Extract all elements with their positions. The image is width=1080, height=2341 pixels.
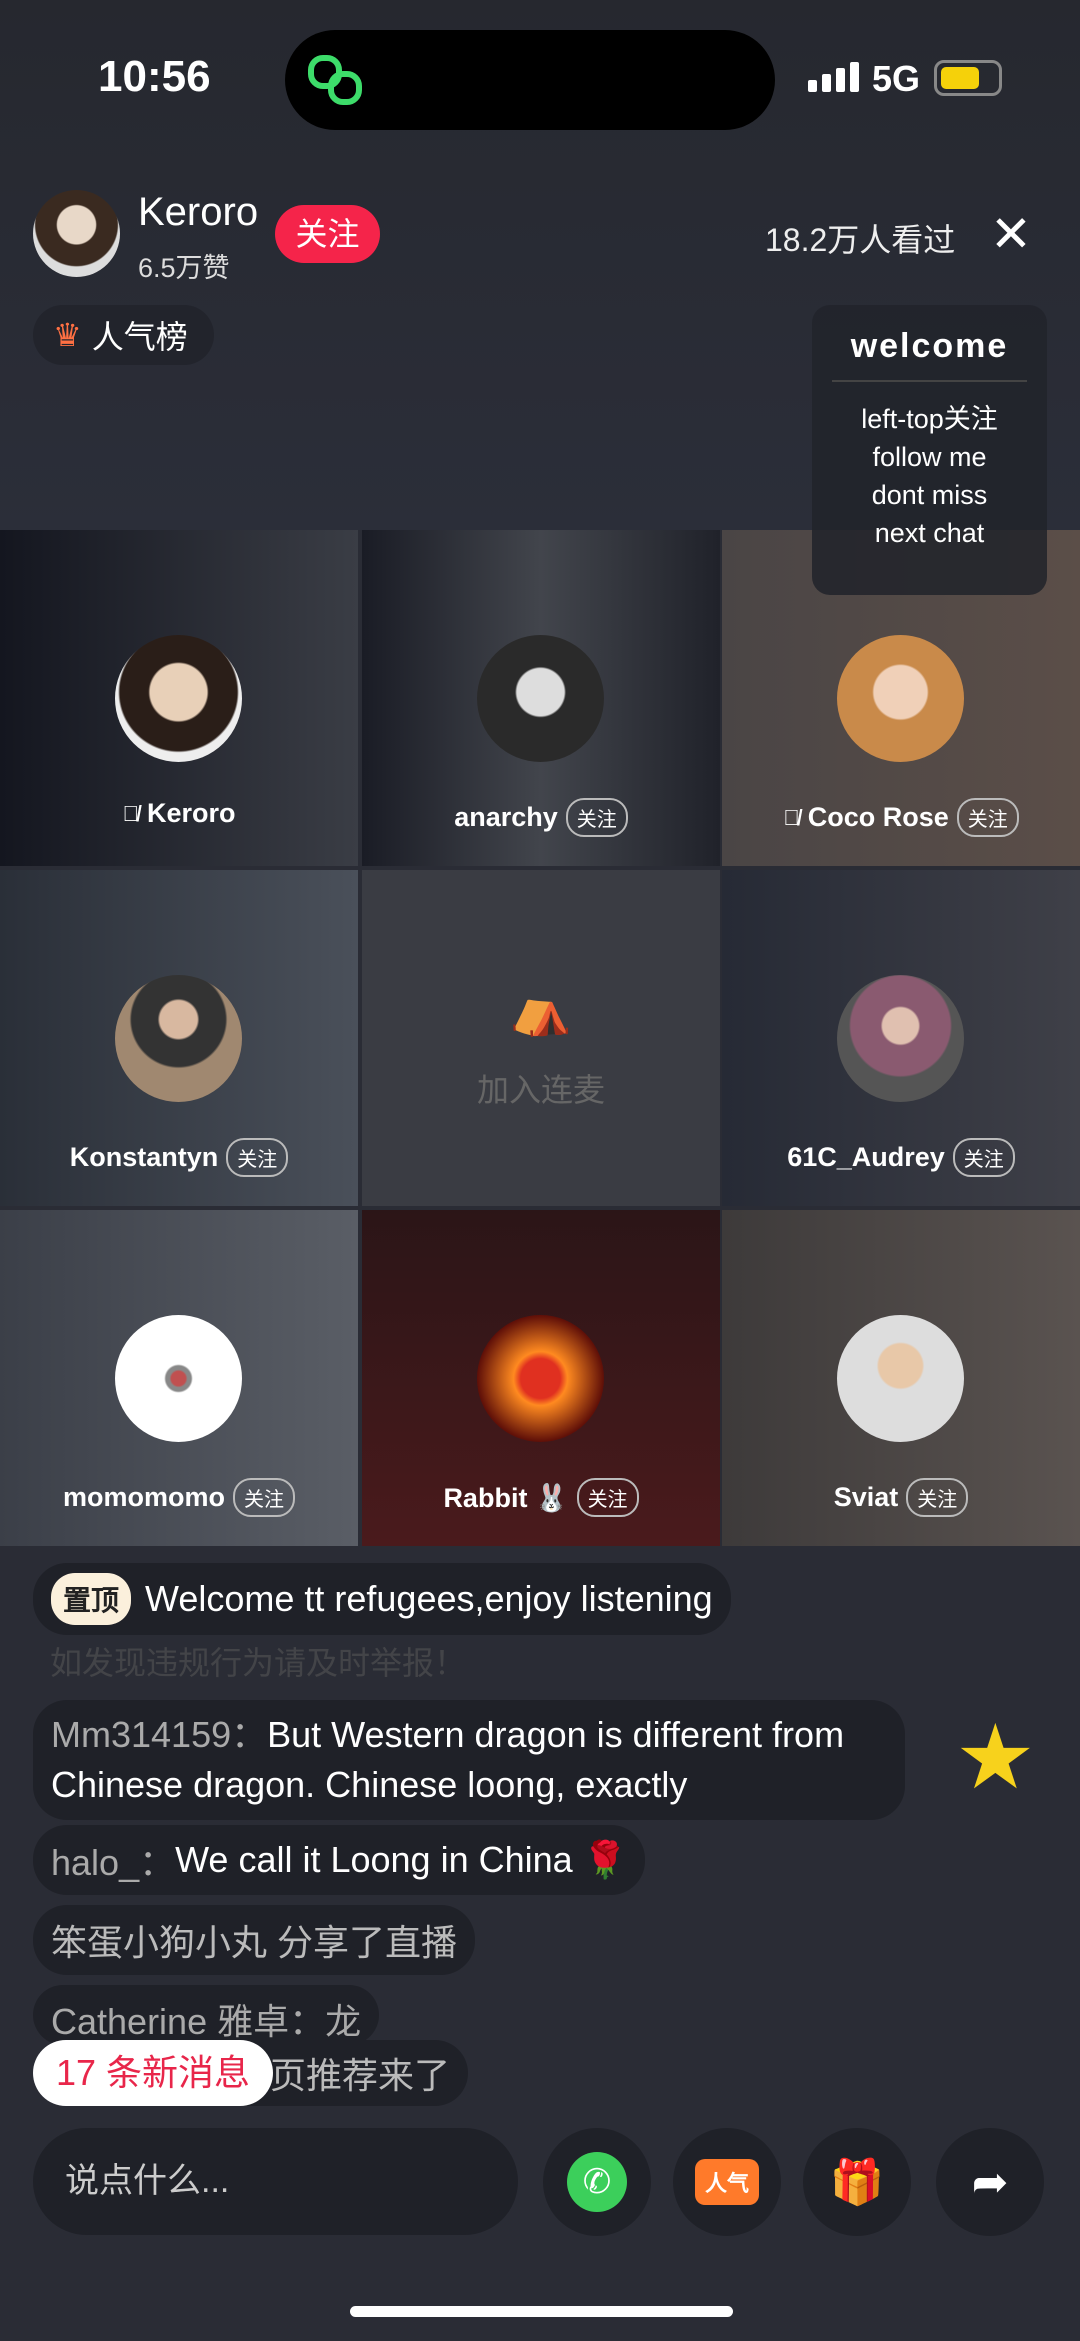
seat-avatar[interactable] [115, 975, 242, 1102]
seat-follow-button[interactable]: 关注 [233, 1478, 295, 1517]
welcome-line: follow me [872, 442, 987, 472]
seat-tile[interactable]: 61C_Audrey 关注 [722, 870, 1080, 1206]
seat-name: anarchy [454, 802, 558, 832]
chat-message[interactable]: halo_： We call it Loong in China 🌹 [33, 1825, 646, 1895]
seat-avatar[interactable] [837, 1315, 964, 1442]
chat-text: 龙 [325, 2001, 362, 2042]
host-avatar[interactable] [33, 190, 120, 277]
chat-text: We call it Loong in China 🌹 [175, 1839, 628, 1880]
host-name[interactable]: Keroro [138, 190, 258, 235]
pinned-text: Welcome tt refugees,enjoy listening [145, 1578, 713, 1619]
chat-text: 页推荐来了 [270, 2055, 451, 2096]
gift-icon[interactable]: 🎁 [803, 2128, 911, 2236]
chat-message[interactable]: Mm314159：But Western dragon is different… [33, 1700, 905, 1820]
seat-tile[interactable]: momomomo 关注 [0, 1210, 358, 1546]
seat-avatar[interactable] [837, 635, 964, 762]
seat-tile[interactable]: Sviat 关注 [722, 1210, 1080, 1546]
seat-tile[interactable]: Konstantyn 关注 [0, 870, 358, 1206]
seat-name: Konstantyn [69, 1142, 219, 1172]
seat-follow-button[interactable]: 关注 [952, 1138, 1015, 1177]
home-indicator[interactable] [350, 2306, 733, 2317]
faded-message: 如发现违规行为请及时举报！ [50, 1645, 467, 1678]
chat-user: halo_： [51, 1842, 176, 1883]
battery-icon [934, 60, 1002, 96]
comment-input[interactable]: 说点什么... [33, 2128, 518, 2235]
welcome-line: left-top关注 [861, 404, 998, 434]
call-icon[interactable]: ✆ [543, 2128, 651, 2236]
signal-icon [808, 62, 859, 92]
seat-avatar[interactable] [115, 635, 242, 762]
mic-muted-icon: 🎙̸ [783, 804, 800, 830]
new-messages-button[interactable]: 17 条新消息 [33, 2040, 273, 2106]
seat-follow-button[interactable]: 关注 [226, 1138, 289, 1177]
seat-avatar[interactable] [477, 635, 604, 762]
popularity-icon[interactable]: 人气 [673, 2128, 781, 2236]
seat-tile[interactable]: anarchy 关注 [362, 530, 720, 866]
welcome-card: welcome left-top关注 follow me dont miss n… [812, 305, 1047, 595]
network-type: 5G [872, 58, 921, 99]
join-seat-button[interactable]: ⛺ 加入连麦 [362, 870, 720, 1206]
chat-user: Mm314159： [51, 1714, 268, 1755]
chat-user: Catherine 雅卓： [51, 2001, 326, 2042]
chat-message[interactable]: 笨蛋小狗小丸 分享了直播 [33, 1905, 476, 1975]
star-sticker-icon[interactable]: ★ [955, 1705, 1036, 1810]
popularity-rank-button[interactable]: ♛ 人气榜 [33, 305, 214, 365]
join-seat-label: 加入连麦 [476, 1072, 605, 1108]
chat-text: 笨蛋小狗小丸 分享了直播 [51, 1922, 458, 1963]
link-icon [308, 55, 362, 105]
close-icon[interactable]: ✕ [990, 205, 1032, 263]
seat-avatar[interactable] [477, 1315, 604, 1442]
crown-icon: ♛ [53, 317, 82, 353]
seat-follow-button[interactable]: 关注 [565, 798, 628, 837]
welcome-title: welcome [850, 327, 1009, 365]
seat-avatar[interactable] [837, 975, 964, 1102]
host-likes: 6.5万赞 [138, 253, 230, 283]
seat-follow-button[interactable]: 关注 [906, 1478, 969, 1517]
pinned-message[interactable]: 置顶 Welcome tt refugees,enjoy listening [33, 1563, 731, 1635]
share-icon[interactable]: ➦ [936, 2128, 1044, 2236]
seat-avatar[interactable] [115, 1315, 242, 1442]
pinned-tag: 置顶 [51, 1573, 132, 1625]
seat-follow-button[interactable]: 关注 [576, 1478, 639, 1517]
welcome-line: next chat [874, 518, 985, 548]
follow-button[interactable]: 关注 [275, 205, 380, 263]
seat-icon: ⛺ [509, 981, 573, 1037]
seat-name: Keroro [146, 798, 236, 828]
seat-name: Rabbit 🐰 [443, 1482, 569, 1513]
seat-name: Sviat [833, 1482, 899, 1512]
seat-follow-button[interactable]: 关注 [956, 798, 1019, 837]
welcome-line: dont miss [871, 480, 988, 510]
chat-message[interactable]: Catherine 雅卓：龙 [33, 1985, 380, 2045]
seat-name: momomomo [63, 1482, 225, 1512]
rank-label: 人气榜 [91, 319, 188, 355]
mic-muted-icon: 🎙̸ [122, 800, 139, 826]
seat-name: 61C_Audrey [787, 1142, 945, 1172]
seat-tile[interactable]: Rabbit 🐰 关注 [362, 1210, 720, 1546]
viewer-count[interactable]: 18.2万人看过 [765, 215, 955, 261]
status-time: 10:56 [98, 52, 211, 101]
seat-name: Coco Rose [807, 802, 949, 832]
seat-tile[interactable]: 🎙̸ Keroro [0, 530, 358, 866]
